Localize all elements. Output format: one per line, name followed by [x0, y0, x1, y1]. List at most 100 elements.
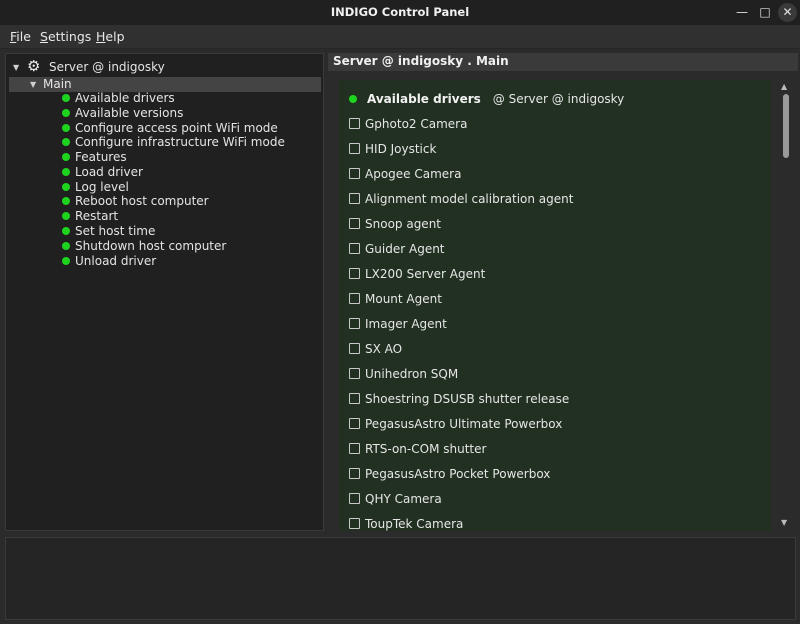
- driver-checkbox-hid-joystick[interactable]: HID Joystick: [349, 141, 436, 157]
- driver-label: QHY Camera: [365, 492, 442, 506]
- tree-main-label: Main: [43, 77, 72, 91]
- driver-checkbox-imager-agent[interactable]: Imager Agent: [349, 316, 447, 332]
- checkbox[interactable]: [349, 368, 360, 379]
- tree-item-label: Available drivers: [75, 91, 175, 105]
- menu-file-label: ile: [16, 29, 31, 44]
- property-header: Available drivers @ Server @ indigosky: [349, 91, 624, 107]
- checkbox[interactable]: [349, 318, 360, 329]
- tree-item-label: Reboot host computer: [75, 194, 209, 208]
- menu-bar: File Settings Help: [0, 25, 800, 49]
- tree-item-available-drivers[interactable]: Available drivers: [62, 91, 175, 106]
- minimize-button[interactable]: —: [732, 3, 752, 22]
- tree-item-label: Restart: [75, 209, 119, 223]
- status-dot-icon: [62, 211, 70, 220]
- group-header: Server @ indigosky . Main: [328, 53, 798, 71]
- tree-main-group[interactable]: ▼ Main: [9, 77, 321, 92]
- tree-item-label: Available versions: [75, 106, 184, 120]
- driver-checkbox-rts-on-com[interactable]: RTS-on-COM shutter: [349, 441, 486, 457]
- property-title: Available drivers: [367, 92, 481, 106]
- checkbox[interactable]: [349, 118, 360, 129]
- checkbox[interactable]: [349, 218, 360, 229]
- checkbox[interactable]: [349, 168, 360, 179]
- driver-label: PegasusAstro Pocket Powerbox: [365, 467, 551, 481]
- checkbox[interactable]: [349, 393, 360, 404]
- splitter-handle[interactable]: ⋮: [324, 286, 333, 300]
- vertical-scrollbar[interactable]: ▲ ▼: [779, 80, 793, 531]
- driver-checkbox-apogee[interactable]: Apogee Camera: [349, 166, 461, 182]
- status-dot-icon: [62, 256, 70, 265]
- tree-item-reboot-host[interactable]: Reboot host computer: [62, 194, 209, 209]
- title-bar: INDIGO Control Panel — □ ✕: [0, 0, 800, 25]
- tree-item-label: Configure infrastructure WiFi mode: [75, 135, 285, 149]
- tree-item-label: Features: [75, 150, 127, 164]
- driver-label: Shoestring DSUSB shutter release: [365, 392, 570, 406]
- driver-checkbox-lx200-agent[interactable]: LX200 Server Agent: [349, 266, 485, 282]
- driver-label: Apogee Camera: [365, 167, 462, 181]
- driver-checkbox-gphoto2[interactable]: Gphoto2 Camera: [349, 116, 467, 132]
- menu-settings-label: ettings: [47, 29, 92, 44]
- checkbox[interactable]: [349, 443, 360, 454]
- property-tree[interactable]: ▼ ⚙ Server @ indigosky ▼ Main Available …: [5, 53, 324, 531]
- scroll-up-icon[interactable]: ▲: [781, 82, 787, 91]
- driver-checkbox-mount-agent[interactable]: Mount Agent: [349, 291, 442, 307]
- status-dot-icon: [62, 196, 70, 205]
- menu-help-accel: H: [96, 29, 106, 44]
- menu-settings[interactable]: Settings: [40, 29, 91, 44]
- expand-arrow-icon[interactable]: ▼: [30, 77, 36, 92]
- tree-item-label: Log level: [75, 180, 129, 194]
- checkbox[interactable]: [349, 268, 360, 279]
- expand-arrow-icon[interactable]: ▼: [13, 60, 19, 75]
- driver-checkbox-shoestring-dsusb[interactable]: Shoestring DSUSB shutter release: [349, 391, 569, 407]
- maximize-button[interactable]: □: [755, 3, 775, 22]
- driver-checkbox-touptek-camera[interactable]: ToupTek Camera: [349, 516, 463, 531]
- tree-item-load-driver[interactable]: Load driver: [62, 165, 143, 180]
- checkbox[interactable]: [349, 293, 360, 304]
- checkbox[interactable]: [349, 493, 360, 504]
- tree-item-shutdown-host[interactable]: Shutdown host computer: [62, 239, 226, 254]
- tree-item-log-level[interactable]: Log level: [62, 180, 129, 195]
- checkbox[interactable]: [349, 143, 360, 154]
- checkbox[interactable]: [349, 518, 360, 529]
- driver-checkbox-qhy-camera[interactable]: QHY Camera: [349, 491, 442, 507]
- driver-label: LX200 Server Agent: [365, 267, 486, 281]
- tree-item-label: Shutdown host computer: [75, 239, 227, 253]
- close-button[interactable]: ✕: [778, 3, 797, 22]
- status-dot-icon: [62, 137, 70, 146]
- driver-checkbox-pegasus-upb[interactable]: PegasusAstro Ultimate Powerbox: [349, 416, 562, 432]
- tree-item-label: Set host time: [75, 224, 156, 238]
- driver-checkbox-alignment-agent[interactable]: Alignment model calibration agent: [349, 191, 573, 207]
- property-view: Available drivers @ Server @ indigosky Gp…: [328, 71, 798, 531]
- menu-help[interactable]: Help: [96, 29, 125, 44]
- property-server: @ Server @ indigosky: [492, 92, 625, 106]
- status-dot-icon: [62, 108, 70, 117]
- log-panel[interactable]: [5, 537, 796, 620]
- driver-label: HID Joystick: [365, 142, 437, 156]
- checkbox[interactable]: [349, 243, 360, 254]
- tree-item-unload-driver[interactable]: Unload driver: [62, 254, 156, 269]
- checkbox[interactable]: [349, 468, 360, 479]
- tree-item-available-versions[interactable]: Available versions: [62, 106, 183, 121]
- driver-checkbox-pegasus-ppb[interactable]: PegasusAstro Pocket Powerbox: [349, 466, 550, 482]
- available-drivers-property: Available drivers @ Server @ indigosky Gp…: [339, 80, 771, 531]
- tree-item-restart[interactable]: Restart: [62, 209, 118, 224]
- driver-checkbox-snoop-agent[interactable]: Snoop agent: [349, 216, 441, 232]
- driver-checkbox-guider-agent[interactable]: Guider Agent: [349, 241, 445, 257]
- driver-label: Snoop agent: [365, 217, 442, 231]
- tree-item-configure-infra-wifi[interactable]: Configure infrastructure WiFi mode: [62, 135, 285, 150]
- tree-item-set-host-time[interactable]: Set host time: [62, 224, 155, 239]
- scroll-down-icon[interactable]: ▼: [781, 518, 787, 527]
- driver-checkbox-sx-ao[interactable]: SX AO: [349, 341, 402, 357]
- tree-item-features[interactable]: Features: [62, 150, 127, 165]
- gear-icon: ⚙: [27, 57, 41, 75]
- tree-item-configure-ap-wifi[interactable]: Configure access point WiFi mode: [62, 121, 278, 136]
- window-title: INDIGO Control Panel: [330, 5, 470, 19]
- checkbox[interactable]: [349, 343, 360, 354]
- driver-checkbox-unihedron-sqm[interactable]: Unihedron SQM: [349, 366, 458, 382]
- status-dot-icon: [349, 94, 357, 103]
- scrollbar-thumb[interactable]: [783, 94, 789, 158]
- checkbox[interactable]: [349, 418, 360, 429]
- driver-label: Alignment model calibration agent: [365, 192, 574, 206]
- status-dot-icon: [62, 123, 70, 132]
- menu-file[interactable]: File: [10, 29, 31, 44]
- checkbox[interactable]: [349, 193, 360, 204]
